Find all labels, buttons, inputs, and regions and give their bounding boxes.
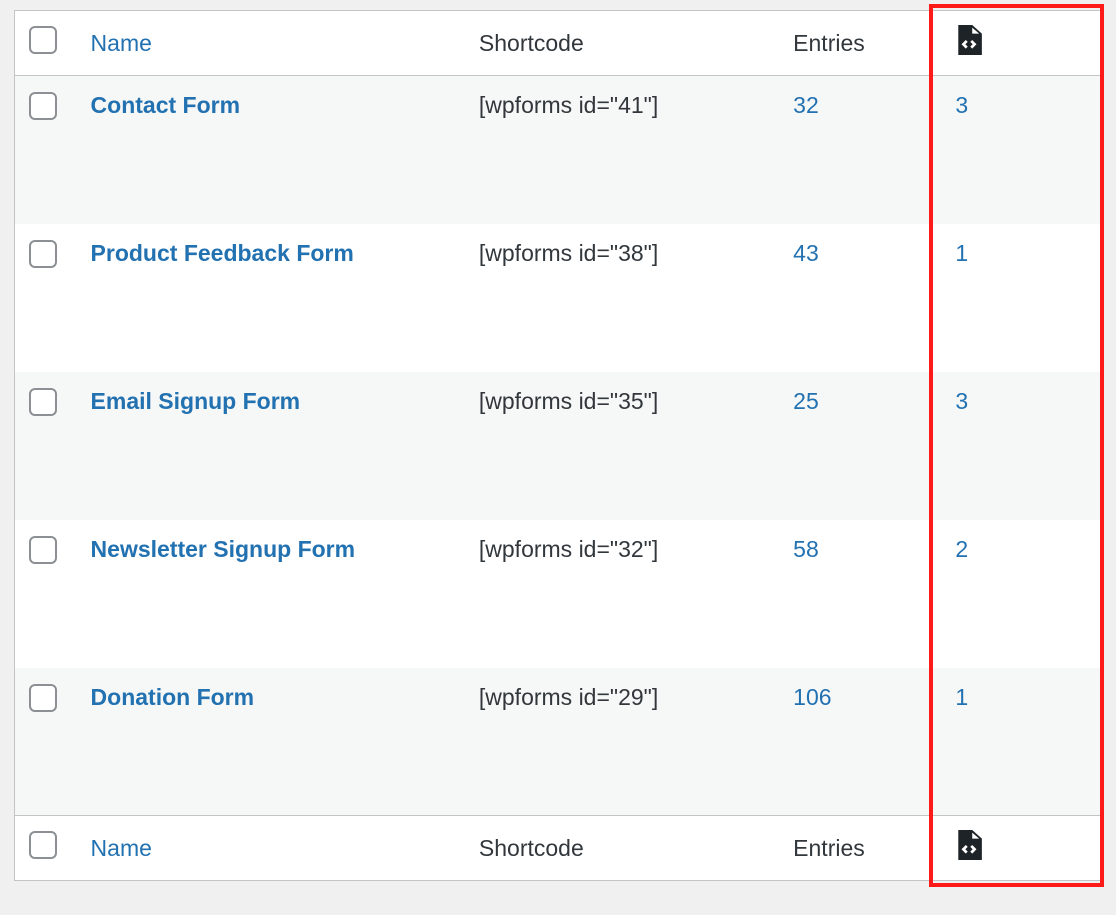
row-select-cell — [15, 372, 77, 520]
column-header-shortcode: Shortcode — [465, 11, 779, 76]
row-name-cell: Email Signup Form — [77, 372, 465, 520]
locations-count-link[interactable]: 2 — [955, 536, 968, 562]
table-row: Donation Form [wpforms id="29"] 106 1 — [15, 668, 1102, 816]
column-header-select-all — [15, 11, 77, 76]
table-row: Email Signup Form [wpforms id="35"] 25 3 — [15, 372, 1102, 520]
entries-count-link[interactable]: 106 — [793, 684, 831, 710]
row-select-cell — [15, 668, 77, 816]
locations-count-link[interactable]: 1 — [955, 240, 968, 266]
form-name-link[interactable]: Email Signup Form — [91, 388, 301, 414]
row-select-checkbox[interactable] — [29, 536, 57, 564]
row-shortcode-cell: [wpforms id="41"] — [465, 76, 779, 224]
select-all-checkbox-bottom[interactable] — [29, 831, 57, 859]
row-shortcode-cell: [wpforms id="35"] — [465, 372, 779, 520]
row-entries-cell: 58 — [779, 520, 941, 668]
row-select-cell — [15, 520, 77, 668]
table-row: Product Feedback Form [wpforms id="38"] 43… — [15, 224, 1102, 372]
row-entries-cell: 106 — [779, 668, 941, 816]
row-select-checkbox[interactable] — [29, 92, 57, 120]
row-locations-cell: 1 — [941, 224, 1101, 372]
row-name-cell: Newsletter Signup Form — [77, 520, 465, 668]
row-entries-cell: 25 — [779, 372, 941, 520]
row-name-cell: Product Feedback Form — [77, 224, 465, 372]
column-footer-locations — [941, 816, 1101, 881]
row-locations-cell: 1 — [941, 668, 1101, 816]
column-footer-select-all — [15, 816, 77, 881]
column-header-name[interactable]: Name — [77, 11, 465, 76]
column-header-locations — [941, 11, 1101, 76]
sort-by-name-link[interactable]: Name — [91, 30, 152, 56]
row-name-cell: Donation Form — [77, 668, 465, 816]
row-locations-cell: 3 — [941, 372, 1101, 520]
code-file-icon — [955, 830, 983, 860]
entries-count-link[interactable]: 25 — [793, 388, 819, 414]
locations-count-link[interactable]: 3 — [955, 92, 968, 118]
column-footer-name[interactable]: Name — [77, 816, 465, 881]
form-name-link[interactable]: Newsletter Signup Form — [91, 536, 356, 562]
row-locations-cell: 3 — [941, 76, 1101, 224]
entries-count-link[interactable]: 58 — [793, 536, 819, 562]
locations-count-link[interactable]: 3 — [955, 388, 968, 414]
column-footer-entries: Entries — [779, 816, 941, 881]
table-row: Newsletter Signup Form [wpforms id="32"] 5… — [15, 520, 1102, 668]
sort-by-name-link-footer[interactable]: Name — [91, 835, 152, 861]
select-all-checkbox-top[interactable] — [29, 26, 57, 54]
column-header-entries: Entries — [779, 11, 941, 76]
row-entries-cell: 32 — [779, 76, 941, 224]
row-select-cell — [15, 76, 77, 224]
entries-count-link[interactable]: 32 — [793, 92, 819, 118]
row-shortcode-cell: [wpforms id="38"] — [465, 224, 779, 372]
forms-table: Name Shortcode Entries — [14, 10, 1102, 881]
row-select-checkbox[interactable] — [29, 684, 57, 712]
row-locations-cell: 2 — [941, 520, 1101, 668]
form-name-link[interactable]: Contact Form — [91, 92, 241, 118]
row-select-checkbox[interactable] — [29, 240, 57, 268]
form-name-link[interactable]: Donation Form — [91, 684, 255, 710]
form-name-link[interactable]: Product Feedback Form — [91, 240, 354, 266]
table-header-row: Name Shortcode Entries — [15, 11, 1102, 76]
row-entries-cell: 43 — [779, 224, 941, 372]
column-footer-shortcode: Shortcode — [465, 816, 779, 881]
entries-count-link[interactable]: 43 — [793, 240, 819, 266]
table-footer-row: Name Shortcode Entries — [15, 816, 1102, 881]
locations-count-link[interactable]: 1 — [955, 684, 968, 710]
row-shortcode-cell: [wpforms id="29"] — [465, 668, 779, 816]
row-shortcode-cell: [wpforms id="32"] — [465, 520, 779, 668]
row-select-cell — [15, 224, 77, 372]
row-select-checkbox[interactable] — [29, 388, 57, 416]
table-row: Contact Form [wpforms id="41"] 32 3 — [15, 76, 1102, 224]
row-name-cell: Contact Form — [77, 76, 465, 224]
forms-table-wrap: Name Shortcode Entries — [14, 10, 1102, 881]
code-file-icon — [955, 25, 983, 55]
